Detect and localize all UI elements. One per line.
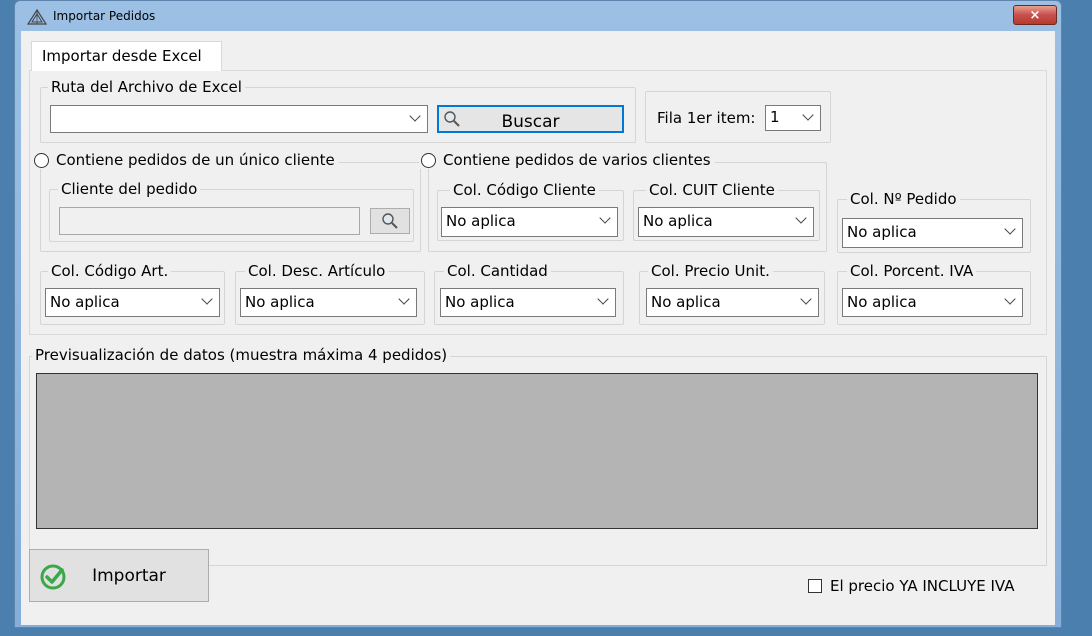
client-group-label: Cliente del pedido <box>58 179 201 199</box>
col-desc-articulo-combo[interactable]: No aplica <box>240 288 417 317</box>
col-cantidad-group: Col. Cantidad No aplica <box>434 261 624 325</box>
col-codigo-art-combo[interactable]: No aplica <box>45 288 220 317</box>
chevron-down-icon <box>802 109 814 121</box>
first-row-combo[interactable]: 1 <box>765 105 821 131</box>
col-codigo-art-value: No aplica <box>50 293 120 311</box>
col-cantidad-value: No aplica <box>445 293 515 311</box>
import-orders-window: Importar Pedidos × Importar desde Excel … <box>14 0 1062 628</box>
chevron-down-icon <box>800 293 812 305</box>
single-client-radio-label: Contiene pedidos de un único cliente <box>56 151 335 169</box>
preview-group: Previsualización de datos (muestra máxim… <box>29 345 1047 566</box>
chevron-down-icon <box>398 293 410 305</box>
title-bar[interactable]: Importar Pedidos × <box>15 1 1061 31</box>
col-nro-pedido-value: No aplica <box>847 223 917 241</box>
multi-client-radio[interactable]: Contiene pedidos de varios clientes <box>419 151 715 169</box>
chevron-down-icon <box>599 212 611 224</box>
col-precio-unit-group: Col. Precio Unit. No aplica <box>639 261 825 325</box>
window-client-area: Importar desde Excel Ruta del Archivo de… <box>21 31 1055 625</box>
col-cuit-cliente-value: No aplica <box>643 212 713 230</box>
first-row-value: 1 <box>770 108 780 126</box>
magnifier-icon <box>444 111 460 127</box>
importar-button-label: Importar <box>92 565 166 586</box>
col-porcent-iva-value: No aplica <box>847 293 917 311</box>
chevron-down-icon <box>409 110 421 122</box>
preview-grid[interactable] <box>36 373 1038 529</box>
single-client-group: Contiene pedidos de un único cliente Cli… <box>32 151 421 252</box>
client-input[interactable] <box>59 207 360 235</box>
col-nro-pedido-combo[interactable]: No aplica <box>842 218 1023 248</box>
buscar-button-label: Buscar <box>501 112 560 132</box>
single-client-radio[interactable]: Contiene pedidos de un único cliente <box>32 151 339 169</box>
preview-label: Previsualización de datos (muestra máxim… <box>32 345 451 365</box>
col-cantidad-combo[interactable]: No aplica <box>440 288 616 317</box>
col-cuit-cliente-label: Col. CUIT Cliente <box>646 180 778 200</box>
iva-checkbox-label: El precio YA INCLUYE IVA <box>830 577 1015 595</box>
col-codigo-art-group: Col. Código Art. No aplica <box>40 261 225 325</box>
col-desc-articulo-label: Col. Desc. Artículo <box>245 261 389 281</box>
col-codigo-cliente-value: No aplica <box>446 212 516 230</box>
first-row-group: Fila 1er item: 1 <box>645 91 831 143</box>
tab-panel: Ruta del Archivo de Excel Buscar Fila 1e… <box>29 70 1047 335</box>
magnifier-icon <box>382 213 398 229</box>
col-codigo-cliente-group: Col. Código Cliente No aplica <box>437 180 624 241</box>
client-search-button[interactable] <box>370 208 410 234</box>
chevron-down-icon <box>795 212 807 224</box>
client-group: Cliente del pedido <box>49 179 414 242</box>
close-button[interactable]: × <box>1013 5 1057 25</box>
col-desc-articulo-value: No aplica <box>245 293 315 311</box>
iva-checkbox[interactable]: El precio YA INCLUYE IVA <box>808 577 1015 595</box>
checkbox-icon <box>808 579 822 593</box>
checkmark-icon <box>40 564 66 590</box>
col-codigo-cliente-label: Col. Código Cliente <box>450 180 599 200</box>
app-triangle-icon <box>27 9 47 25</box>
importar-button[interactable]: Importar <box>29 549 209 602</box>
multi-client-radio-label: Contiene pedidos de varios clientes <box>443 151 711 169</box>
window-title: Importar Pedidos <box>53 9 156 23</box>
radio-button-icon <box>34 152 49 168</box>
col-precio-unit-label: Col. Precio Unit. <box>648 261 773 281</box>
col-porcent-iva-label: Col. Porcent. IVA <box>847 261 977 281</box>
file-path-group-label: Ruta del Archivo de Excel <box>48 77 245 97</box>
first-row-label: Fila 1er item: <box>657 109 756 127</box>
chevron-down-icon <box>597 293 609 305</box>
col-nro-pedido-group: Col. Nº Pedido No aplica <box>837 189 1031 253</box>
file-path-combo[interactable] <box>50 105 428 133</box>
col-cantidad-label: Col. Cantidad <box>444 261 551 281</box>
col-cuit-cliente-combo[interactable]: No aplica <box>638 207 814 237</box>
col-desc-articulo-group: Col. Desc. Artículo No aplica <box>235 261 425 325</box>
file-path-group: Ruta del Archivo de Excel Buscar <box>40 77 636 143</box>
multi-client-group: Contiene pedidos de varios clientes Col.… <box>419 151 827 252</box>
close-icon: × <box>1029 7 1041 23</box>
tab-importar-desde-excel[interactable]: Importar desde Excel <box>31 41 222 71</box>
chevron-down-icon <box>1004 293 1016 305</box>
col-codigo-cliente-combo[interactable]: No aplica <box>441 207 618 237</box>
col-porcent-iva-group: Col. Porcent. IVA No aplica <box>837 261 1031 325</box>
chevron-down-icon <box>1004 223 1016 235</box>
buscar-button[interactable]: Buscar <box>437 105 624 133</box>
col-cuit-cliente-group: Col. CUIT Cliente No aplica <box>633 180 820 241</box>
col-precio-unit-combo[interactable]: No aplica <box>646 288 819 317</box>
col-precio-unit-value: No aplica <box>651 293 721 311</box>
radio-button-icon <box>421 152 436 168</box>
col-porcent-iva-combo[interactable]: No aplica <box>842 288 1023 317</box>
col-nro-pedido-label: Col. Nº Pedido <box>847 189 960 209</box>
chevron-down-icon <box>201 293 213 305</box>
col-codigo-art-label: Col. Código Art. <box>48 261 172 281</box>
